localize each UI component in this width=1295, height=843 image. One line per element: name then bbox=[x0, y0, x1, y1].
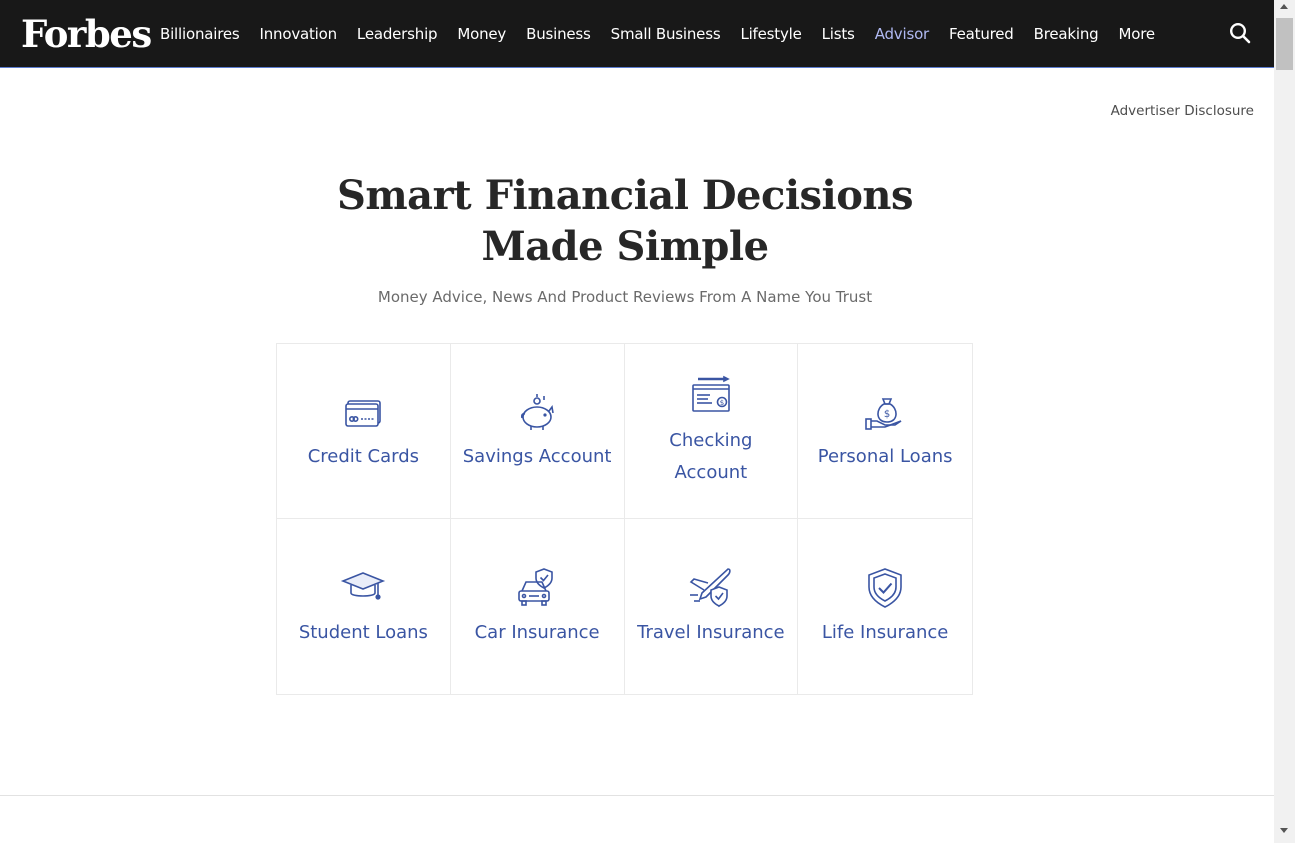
category-tile-student-loans[interactable]: Student Loans bbox=[277, 519, 451, 694]
category-label: Savings Account bbox=[462, 446, 612, 467]
nav-item-innovation[interactable]: Innovation bbox=[260, 25, 338, 43]
category-tile-car-insurance[interactable]: Car Insurance bbox=[451, 519, 625, 694]
nav-item-business[interactable]: Business bbox=[526, 25, 591, 43]
nav-list: Billionaires Innovation Leadership Money… bbox=[150, 0, 1165, 68]
svg-text:$: $ bbox=[884, 409, 890, 420]
forbes-logo[interactable]: Forbes bbox=[21, 8, 152, 60]
piggy-bank-icon bbox=[521, 394, 554, 430]
category-tile-life-insurance[interactable]: Life Insurance bbox=[798, 519, 972, 694]
page: Forbes Billionaires Innovation Leadershi… bbox=[0, 0, 1274, 843]
nav-item-leadership[interactable]: Leadership bbox=[357, 25, 438, 43]
money-bag-icon: $ bbox=[865, 398, 902, 430]
nav-item-small-business[interactable]: Small Business bbox=[611, 25, 721, 43]
advertiser-disclosure-link[interactable]: Advertiser Disclosure bbox=[1111, 103, 1254, 119]
category-label: Credit Cards bbox=[307, 446, 420, 467]
nav-item-lists[interactable]: Lists bbox=[822, 25, 855, 43]
section-divider bbox=[0, 795, 1274, 796]
category-label: Travel Insurance bbox=[637, 621, 785, 643]
top-nav: Forbes Billionaires Innovation Leadershi… bbox=[0, 0, 1274, 68]
category-tile-travel-insurance[interactable]: Travel Insurance bbox=[625, 519, 799, 694]
credit-card-icon bbox=[345, 400, 382, 427]
nav-item-advisor[interactable]: Advisor bbox=[875, 25, 930, 43]
shield-check-icon bbox=[868, 567, 902, 608]
scroll-thumb[interactable] bbox=[1276, 18, 1293, 70]
page-title: Smart Financial Decisions Made Simple bbox=[336, 172, 914, 270]
category-label: Car Insurance bbox=[474, 621, 600, 643]
category-label: Personal Loans bbox=[817, 446, 953, 467]
category-label: Life Insurance bbox=[821, 621, 949, 643]
scroll-up-arrow-icon[interactable] bbox=[1280, 4, 1288, 9]
category-tile-savings-account[interactable]: Savings Account bbox=[450, 344, 625, 519]
category-grid: Credit Cards Savings Account $ Checking … bbox=[276, 343, 973, 695]
nav-item-featured[interactable]: Featured bbox=[949, 25, 1014, 43]
car-shield-icon bbox=[518, 567, 553, 606]
category-tile-personal-loans[interactable]: $ Personal Loans bbox=[798, 344, 972, 519]
search-icon[interactable] bbox=[1229, 22, 1251, 44]
plane-shield-icon bbox=[689, 567, 731, 607]
category-tile-credit-cards[interactable]: Credit Cards bbox=[277, 344, 451, 519]
nav-item-billionaires[interactable]: Billionaires bbox=[160, 25, 240, 43]
category-label: Checking Account bbox=[669, 430, 753, 483]
page-subtitle: Money Advice, News And Product Reviews F… bbox=[377, 288, 873, 306]
category-tile-checking-account[interactable]: $ Checking Account bbox=[624, 344, 799, 519]
scrollbar[interactable] bbox=[1274, 0, 1295, 843]
scroll-down-arrow-icon[interactable] bbox=[1280, 828, 1288, 833]
nav-item-breaking[interactable]: Breaking bbox=[1034, 25, 1099, 43]
nav-item-more[interactable]: More bbox=[1118, 25, 1155, 43]
graduation-cap-icon bbox=[341, 571, 386, 600]
nav-item-money[interactable]: Money bbox=[457, 25, 506, 43]
category-label: Student Loans bbox=[298, 621, 428, 643]
nav-item-lifestyle[interactable]: Lifestyle bbox=[740, 25, 801, 43]
svg-text:$: $ bbox=[720, 399, 724, 407]
check-icon: $ bbox=[692, 375, 730, 412]
